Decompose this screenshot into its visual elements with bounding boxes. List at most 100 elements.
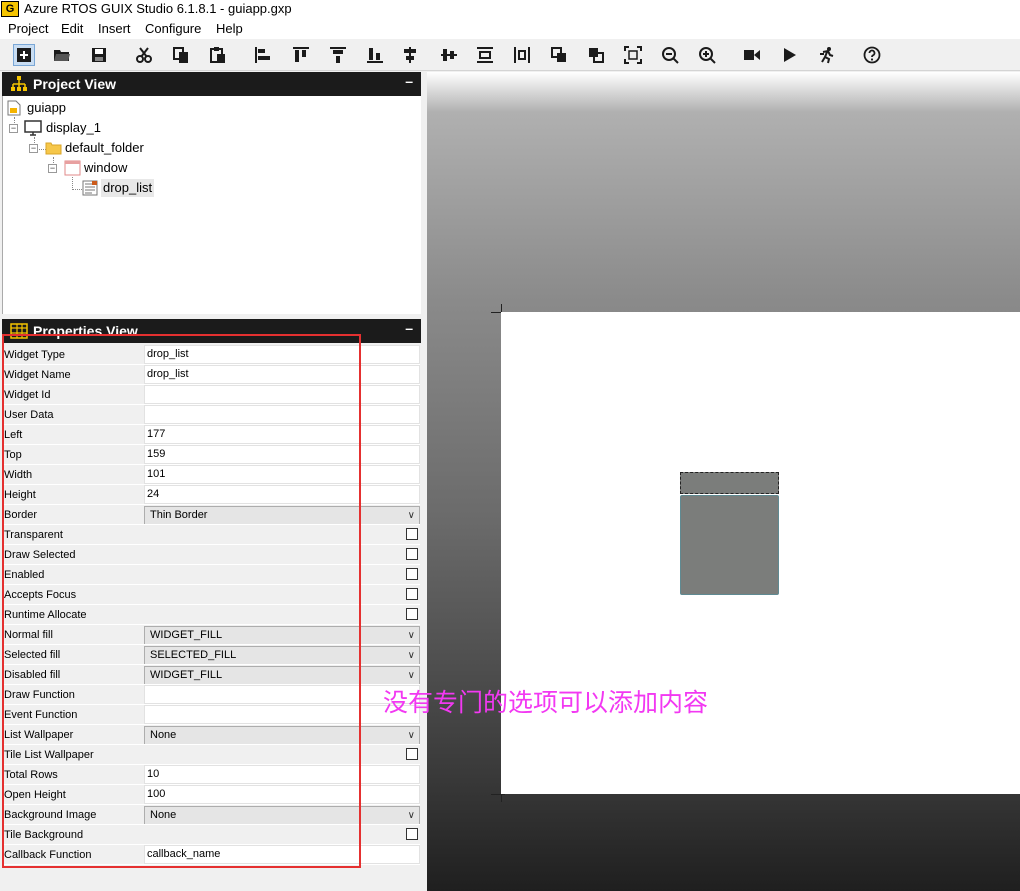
playback-icon[interactable] (815, 44, 837, 66)
property-value-field[interactable]: 10 (144, 765, 420, 784)
fit-screen-icon[interactable] (622, 44, 644, 66)
collapse-icon[interactable]: − (29, 144, 38, 153)
copy-icon[interactable] (170, 44, 192, 66)
property-value-field[interactable] (144, 685, 420, 704)
chevron-down-icon[interactable]: ∨ (408, 807, 415, 824)
property-checkbox[interactable] (406, 528, 418, 540)
property-dropdown[interactable]: WIDGET_FILL ∨ (144, 666, 420, 685)
chevron-down-icon[interactable]: ∨ (408, 667, 415, 684)
align-bottom-icon[interactable] (327, 44, 349, 66)
tree-label-guiapp: guiapp (27, 100, 67, 115)
align-center-horizontal-icon[interactable] (364, 44, 386, 66)
property-row: Height 24 (2, 485, 420, 505)
tree-node-default-folder[interactable]: − default_folder (29, 139, 229, 157)
property-checkbox[interactable] (406, 568, 418, 580)
drop-list-popup[interactable] (680, 495, 779, 595)
dropdown-selected-value: None (150, 809, 177, 821)
help-icon[interactable] (861, 44, 883, 66)
property-value-field[interactable]: 100 (144, 785, 420, 804)
property-label: Transparent (4, 529, 63, 541)
property-checkbox[interactable] (406, 548, 418, 560)
chevron-down-icon[interactable]: ∨ (408, 627, 415, 644)
property-value-field[interactable]: 159 (144, 445, 420, 464)
drop-list-widget-selected[interactable] (680, 472, 779, 494)
menu-insert[interactable]: Insert (97, 20, 132, 37)
menu-help[interactable]: Help (215, 20, 244, 37)
property-value-field[interactable]: callback_name (144, 845, 420, 864)
project-view-minimize-button[interactable]: – (405, 73, 413, 89)
properties-view-minimize-button[interactable]: – (405, 320, 413, 336)
cut-icon[interactable] (133, 44, 155, 66)
bring-to-front-icon[interactable] (511, 44, 533, 66)
tree-label-display-1: display_1 (46, 120, 101, 135)
display-icon (24, 120, 42, 136)
property-dropdown[interactable]: Thin Border ∨ (144, 506, 420, 525)
property-value-field[interactable]: drop_list (144, 345, 420, 364)
align-left-icon[interactable] (252, 44, 274, 66)
property-checkbox[interactable] (406, 828, 418, 840)
property-value-field[interactable] (144, 705, 420, 724)
zoom-in-icon[interactable] (696, 44, 718, 66)
property-value-field[interactable]: drop_list (144, 365, 420, 384)
property-label: Widget Name (4, 369, 71, 381)
center-vertical-icon[interactable] (438, 44, 460, 66)
property-label: Border (4, 509, 38, 521)
collapse-icon[interactable]: − (9, 124, 18, 133)
property-value-field[interactable]: 24 (144, 485, 420, 504)
project-file-icon (7, 100, 21, 116)
menu-edit[interactable]: Edit (60, 20, 84, 37)
property-row: Event Function (2, 705, 420, 725)
tree-node-window[interactable]: − window (48, 159, 248, 177)
property-label: List Wallpaper (4, 729, 74, 741)
add-icon[interactable] (13, 44, 35, 66)
layer-icon[interactable] (585, 44, 607, 66)
tree-node-display-1[interactable]: − display_1 (9, 119, 209, 137)
display-screen[interactable] (501, 312, 1020, 794)
align-middle-icon[interactable] (474, 44, 496, 66)
property-dropdown[interactable]: SELECTED_FILL ∨ (144, 646, 420, 665)
run-icon[interactable] (778, 44, 800, 66)
grid-icon (10, 323, 28, 339)
property-label: Height (4, 489, 36, 501)
tree-label-drop-list: drop_list (101, 179, 155, 197)
center-horizontal-icon[interactable] (399, 44, 421, 66)
chevron-down-icon[interactable]: ∨ (408, 727, 415, 744)
design-canvas[interactable] (427, 72, 1020, 891)
record-macro-icon[interactable] (741, 44, 763, 66)
property-label: Total Rows (4, 769, 58, 781)
save-icon[interactable] (88, 44, 110, 66)
project-tree: guiapp − display_1 − default_folder − wi… (2, 96, 421, 314)
property-checkbox[interactable] (406, 748, 418, 760)
paste-icon[interactable] (207, 44, 229, 66)
chevron-down-icon[interactable]: ∨ (408, 507, 415, 524)
send-to-back-icon[interactable] (548, 44, 570, 66)
property-checkbox[interactable] (406, 588, 418, 600)
open-folder-icon[interactable] (51, 44, 73, 66)
property-row: Transparent (2, 525, 420, 545)
property-label: Open Height (4, 789, 66, 801)
property-value-field[interactable] (144, 385, 420, 404)
property-row: Selected fill SELECTED_FILL ∨ (2, 645, 420, 665)
property-label: Top (4, 449, 22, 461)
window-title: Azure RTOS GUIX Studio 6.1.8.1 - guiapp.… (24, 1, 292, 16)
property-row: Top 159 (2, 445, 420, 465)
collapse-icon[interactable]: − (48, 164, 57, 173)
property-dropdown[interactable]: None ∨ (144, 726, 420, 745)
property-value-field[interactable] (144, 405, 420, 424)
tree-node-drop-list[interactable]: drop_list (82, 179, 282, 197)
property-value-field[interactable]: 101 (144, 465, 420, 484)
property-value-field[interactable]: 177 (144, 425, 420, 444)
zoom-out-icon[interactable] (659, 44, 681, 66)
menu-configure[interactable]: Configure (144, 20, 202, 37)
menu-project[interactable]: Project (7, 20, 49, 37)
drop-list-icon (82, 180, 98, 196)
property-label: User Data (4, 409, 54, 421)
property-checkbox[interactable] (406, 608, 418, 620)
chevron-down-icon[interactable]: ∨ (408, 647, 415, 664)
property-label: Event Function (4, 709, 78, 721)
folder-icon (45, 142, 62, 155)
align-top-icon[interactable] (290, 44, 312, 66)
property-dropdown[interactable]: WIDGET_FILL ∨ (144, 626, 420, 645)
property-dropdown[interactable]: None ∨ (144, 806, 420, 825)
tree-node-guiapp[interactable]: guiapp (7, 99, 207, 117)
